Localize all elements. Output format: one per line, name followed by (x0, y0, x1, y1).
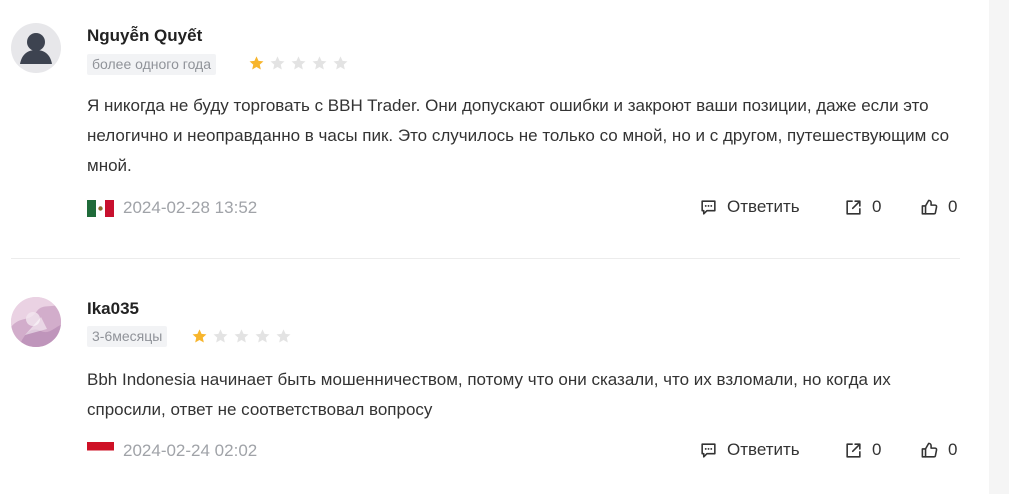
post-date: 2024-02-28 13:52 (123, 198, 258, 217)
star-empty-icon (234, 329, 249, 343)
star-filled-icon (249, 56, 264, 70)
review-text: Я никогда не буду торговать с BBH Trader… (87, 96, 950, 175)
mexico-flag-icon (87, 200, 114, 217)
share-button[interactable]: 0 (844, 440, 881, 460)
reply-button[interactable]: Ответить (699, 197, 800, 217)
star-empty-icon (270, 56, 285, 70)
star-empty-icon (333, 56, 348, 70)
review-divider (11, 258, 960, 259)
comment-icon (701, 442, 716, 458)
thumbs-up-icon (921, 199, 938, 215)
share-button[interactable]: 0 (844, 197, 881, 217)
user-silhouette-icon (20, 33, 52, 64)
like-button[interactable]: 0 (920, 197, 957, 217)
avatar[interactable] (11, 297, 61, 347)
reply-label: Ответить (727, 440, 800, 459)
like-count: 0 (948, 440, 958, 459)
star-empty-icon (276, 329, 291, 343)
like-button[interactable]: 0 (920, 440, 957, 460)
star-empty-icon (312, 56, 327, 70)
share-count: 0 (872, 440, 882, 459)
scrollbar-track[interactable] (989, 0, 1009, 494)
duration-badge: более одного года (87, 54, 216, 75)
star-filled-icon (192, 329, 207, 343)
star-empty-icon (255, 329, 270, 343)
star-empty-icon (213, 329, 228, 343)
star-rating (248, 55, 349, 72)
user-photo-icon (11, 297, 61, 347)
username[interactable]: Ika035 (87, 299, 139, 319)
star-rating (191, 328, 292, 345)
share-icon (846, 442, 861, 458)
star-empty-icon (291, 56, 306, 70)
duration-badge: 3-6месяцы (87, 326, 168, 347)
username[interactable]: Nguyễn Quyết (87, 26, 202, 46)
review-text: Bbh Indonesia начинает быть мошенничеств… (87, 370, 891, 419)
like-count: 0 (948, 197, 958, 216)
reply-label: Ответить (727, 197, 800, 216)
comment-icon (701, 199, 716, 215)
avatar-default[interactable] (11, 23, 61, 73)
share-count: 0 (872, 197, 882, 216)
share-icon (846, 199, 861, 215)
indonesia-flag-icon (87, 442, 114, 459)
thumbs-up-icon (921, 442, 938, 458)
reply-button[interactable]: Ответить (699, 440, 800, 460)
post-date: 2024-02-24 02:02 (123, 441, 258, 460)
